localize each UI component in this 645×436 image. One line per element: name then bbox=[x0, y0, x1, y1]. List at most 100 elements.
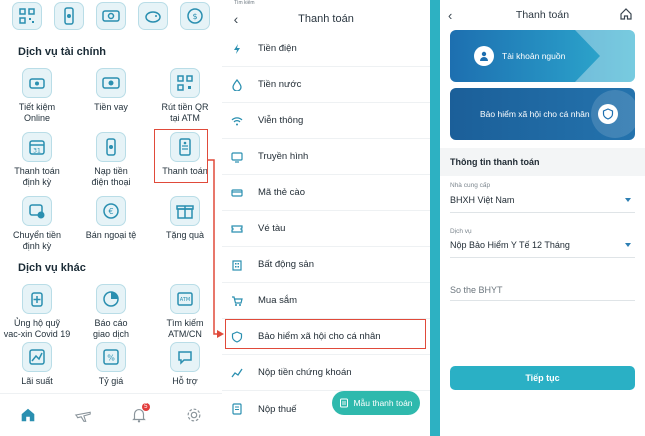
service-loan[interactable]: Tiền vay bbox=[74, 68, 148, 132]
cart-icon bbox=[230, 294, 244, 308]
service-label: Lãi suất bbox=[21, 376, 53, 386]
payment-item-label: Tiền điện bbox=[258, 43, 297, 54]
service-label: Tìm kiếm ATM/CN bbox=[166, 318, 204, 339]
service-interest-rate[interactable]: Lãi suất bbox=[0, 342, 74, 394]
service-label: Nạp tiền điện thoại bbox=[91, 166, 131, 187]
other-services-title: Dịch vụ khác bbox=[18, 262, 86, 274]
payment-item-label: Nộp thuế bbox=[258, 403, 297, 415]
insurance-payment-screen: ‹ Thanh toán Tài khoản nguồn Bảo hiểm xã… bbox=[440, 0, 645, 436]
phone-icon bbox=[96, 132, 126, 162]
support-icon bbox=[170, 342, 200, 372]
payment-item-scratch-card[interactable]: Mã thẻ cào bbox=[222, 175, 430, 211]
payment-item-television[interactable]: Truyền hình bbox=[222, 139, 430, 175]
service-find-atm[interactable]: ATM Tìm kiếm ATM/CN bbox=[148, 284, 222, 342]
payment-template-label: Mẫu thanh toán bbox=[353, 398, 413, 408]
report-icon bbox=[96, 284, 126, 314]
payment-list-screen: Tìm kiếm ‹ Thanh toán Tiền điện Tiền nướ… bbox=[222, 0, 430, 436]
user-icon bbox=[474, 46, 494, 66]
payment-item-electricity[interactable]: Tiền điện bbox=[222, 31, 430, 67]
settings-icon[interactable] bbox=[182, 403, 206, 427]
card-icon bbox=[230, 186, 244, 200]
service-label: Báo cáo giao dịch bbox=[92, 318, 130, 339]
service-label: Thanh toán định kỳ bbox=[14, 166, 60, 187]
shield-icon bbox=[597, 104, 618, 124]
bell-icon[interactable]: 5 bbox=[127, 403, 151, 427]
payment-item-real-estate[interactable]: Bất động sản bbox=[222, 247, 430, 283]
payment-item-water[interactable]: Tiền nước bbox=[222, 67, 430, 103]
svg-text:ATM: ATM bbox=[180, 297, 190, 303]
home-icon[interactable] bbox=[16, 403, 40, 427]
provider-label: Nhà cung cấp bbox=[450, 182, 491, 189]
transfer-shortcut-icon[interactable]: $ bbox=[180, 2, 210, 30]
bhyt-number-input[interactable]: So the BHYT bbox=[450, 285, 503, 295]
financial-services-title: Dịch vụ tài chính bbox=[18, 46, 107, 58]
payment-item-label: Nộp tiền chứng khoán bbox=[258, 367, 352, 378]
service-savings-online[interactable]: Tiết kiệm Online bbox=[0, 68, 74, 132]
chevron-down-icon[interactable] bbox=[625, 243, 631, 247]
home-icon[interactable] bbox=[619, 7, 633, 21]
service-card-label: Bảo hiểm xã hội cho cá nhân bbox=[480, 109, 590, 119]
money-shortcut-icon[interactable] bbox=[96, 2, 126, 30]
source-account-label: Tài khoản nguồn bbox=[502, 51, 566, 61]
service-gift[interactable]: Tặng quà bbox=[148, 196, 222, 260]
payment-item-train-ticket[interactable]: Vé tàu bbox=[222, 211, 430, 247]
service-periodic-transfer[interactable]: Chuyển tiền định kỳ bbox=[0, 196, 74, 260]
atm-icon: ATM bbox=[170, 284, 200, 314]
service-support[interactable]: Hỗ trợ bbox=[148, 342, 222, 394]
bhyt-underline bbox=[450, 300, 635, 301]
service-sell-foreign-currency[interactable]: € Bán ngoại tệ bbox=[74, 196, 148, 260]
qr-icon bbox=[170, 68, 200, 98]
service-label: Tiết kiệm Online bbox=[18, 102, 56, 123]
continue-button[interactable]: Tiếp tục bbox=[450, 366, 635, 390]
provider-underline bbox=[450, 212, 635, 213]
service-covid-donation[interactable]: Ủng hộ quỹ vac-xin Covid 19 bbox=[0, 284, 74, 342]
calendar-icon: 31 bbox=[22, 132, 52, 162]
service-label: Ủng hộ quỹ vac-xin Covid 19 bbox=[3, 318, 71, 339]
phone-shortcut-icon[interactable] bbox=[54, 2, 84, 30]
payment-item-label: Tiền nước bbox=[258, 79, 302, 90]
donate-icon bbox=[22, 284, 52, 314]
source-account-card[interactable]: Tài khoản nguồn bbox=[450, 30, 635, 82]
water-drop-icon bbox=[230, 78, 244, 92]
wifi-icon bbox=[230, 114, 244, 128]
payment-item-label: Truyền hình bbox=[258, 151, 309, 162]
qr-shortcut-icon[interactable] bbox=[12, 2, 42, 30]
payment-item-label: Mua sắm bbox=[258, 295, 298, 306]
payment-item-securities[interactable]: Nộp tiền chứng khoán bbox=[222, 355, 430, 391]
highlight-box-payment bbox=[154, 129, 208, 183]
payment-item-label: Viễn thông bbox=[258, 115, 304, 126]
payment-item-shopping[interactable]: Mua sắm bbox=[222, 283, 430, 319]
building-icon bbox=[230, 258, 244, 272]
service-label: Dịch vụ bbox=[450, 228, 472, 235]
service-label: Tặng quà bbox=[165, 230, 205, 240]
service-qr-atm-withdraw[interactable]: Rút tiền QR tại ATM bbox=[148, 68, 222, 132]
payment-item-telecom[interactable]: Viễn thông bbox=[222, 103, 430, 139]
service-transaction-report[interactable]: Báo cáo giao dịch bbox=[74, 284, 148, 342]
service-underline bbox=[450, 257, 635, 258]
status-bar: Tìm kiếm bbox=[234, 0, 255, 6]
chevron-down-icon[interactable] bbox=[625, 198, 631, 202]
service-select[interactable]: Nộp Bảo Hiểm Y Tế 12 Tháng bbox=[450, 240, 570, 250]
percent-icon: % bbox=[96, 342, 126, 372]
tv-icon bbox=[230, 150, 244, 164]
piggy-bank-shortcut-icon[interactable] bbox=[138, 2, 168, 30]
payment-info-title: Thông tin thanh toán bbox=[450, 157, 540, 167]
piggy-bank-icon bbox=[22, 68, 52, 98]
service-exchange-rate[interactable]: % Tỷ giá bbox=[74, 342, 148, 394]
svg-text:31: 31 bbox=[33, 148, 41, 155]
provider-select[interactable]: BHXH Việt Nam bbox=[450, 195, 514, 205]
service-phone-topup[interactable]: Nạp tiền điện thoại bbox=[74, 132, 148, 196]
svg-text:$: $ bbox=[192, 12, 197, 21]
panel-divider bbox=[430, 0, 440, 436]
highlight-box-social-insurance bbox=[225, 319, 426, 349]
bottom-navigation: 5 bbox=[0, 393, 222, 436]
ticket-icon bbox=[230, 222, 244, 236]
service-label: Tỷ giá bbox=[98, 376, 124, 386]
card-decoration bbox=[575, 30, 635, 82]
service-card[interactable]: Bảo hiểm xã hội cho cá nhân bbox=[450, 88, 635, 140]
svg-text:€: € bbox=[108, 207, 113, 216]
service-periodic-payment[interactable]: 31 Thanh toán định kỳ bbox=[0, 132, 74, 196]
payment-item-label: Mã thẻ cào bbox=[258, 187, 305, 198]
payment-template-button[interactable]: Mẫu thanh toán bbox=[332, 391, 420, 415]
plane-icon[interactable] bbox=[71, 403, 95, 427]
